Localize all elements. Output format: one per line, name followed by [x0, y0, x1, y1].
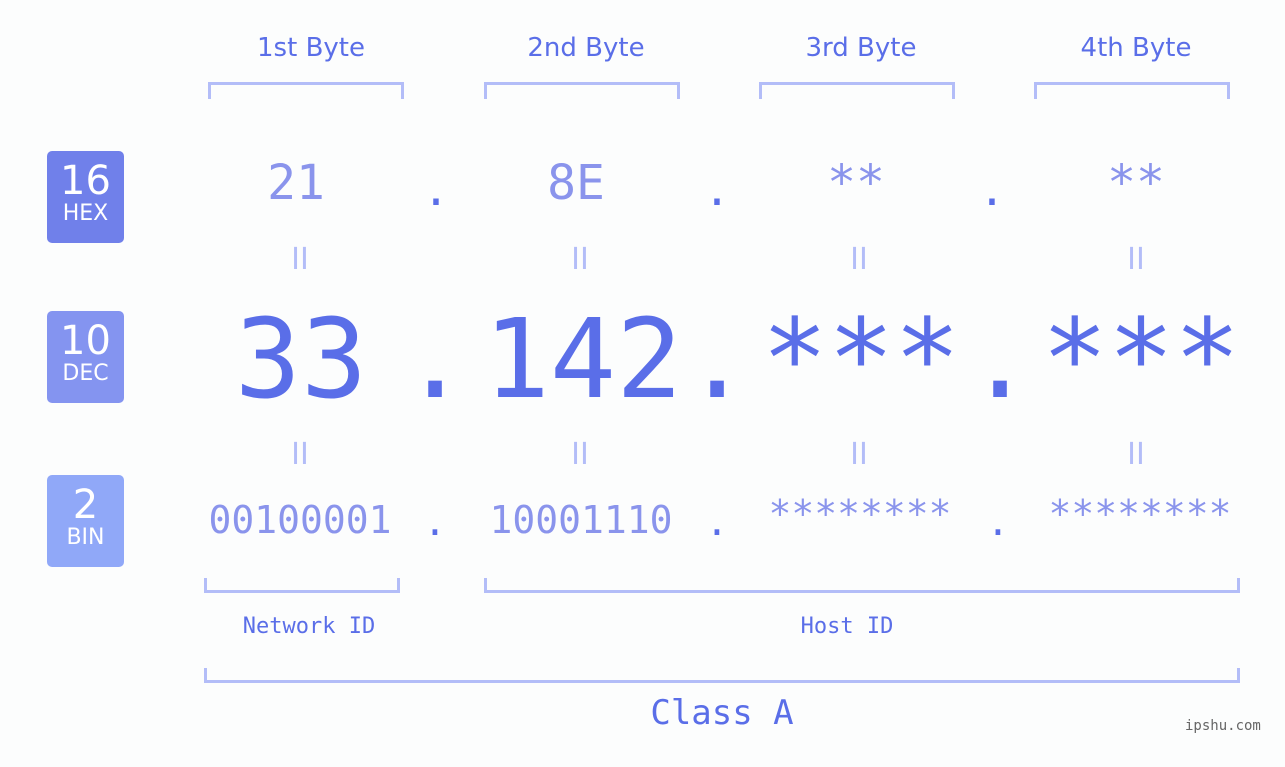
network-bracket: [204, 578, 400, 593]
hex-dot-2: .: [703, 165, 731, 216]
class-label: Class A: [650, 693, 794, 733]
watermark: ipshu.com: [1185, 718, 1261, 734]
bin-byte-1: 00100001: [208, 498, 392, 542]
bin-byte-4: ********: [1048, 492, 1232, 536]
equals-icon: II: [571, 242, 589, 277]
dec-byte-3: ***: [761, 295, 961, 423]
hex-dot-3: .: [978, 165, 1006, 216]
byte-bracket-2: [484, 82, 680, 99]
network-id-label: Network ID: [242, 614, 376, 639]
dec-badge: 10 DEC: [47, 311, 124, 403]
bin-badge-label: BIN: [66, 525, 105, 550]
equals-icon: II: [850, 437, 868, 472]
equals-icon: II: [850, 242, 868, 277]
byte-bracket-1: [208, 82, 404, 99]
bin-byte-3: ********: [768, 492, 952, 536]
bin-badge-number: 2: [72, 482, 99, 528]
byte-bracket-4: [1034, 82, 1230, 99]
equals-icon: II: [291, 242, 309, 277]
dec-dot-1: .: [402, 295, 469, 423]
class-bracket: [204, 668, 1240, 683]
hex-byte-4: **: [1107, 155, 1165, 211]
bin-badge: 2 BIN: [47, 475, 124, 567]
hex-byte-3: **: [827, 155, 885, 211]
dec-dot-3: .: [967, 295, 1034, 423]
dec-dot-2: .: [684, 295, 751, 423]
equals-icon: II: [1127, 437, 1145, 472]
dec-badge-label: DEC: [62, 361, 109, 386]
byte-bracket-3: [759, 82, 955, 99]
byte-header-2: 2nd Byte: [527, 33, 645, 63]
host-id-label: Host ID: [800, 614, 894, 639]
hex-byte-2: 8E: [547, 155, 605, 211]
hex-badge: 16 HEX: [47, 151, 124, 243]
hex-dot-1: .: [422, 165, 450, 216]
byte-header-3: 3rd Byte: [805, 33, 917, 63]
equals-icon: II: [571, 437, 589, 472]
host-bracket: [484, 578, 1240, 593]
equals-icon: II: [1127, 242, 1145, 277]
dec-byte-1: 33: [234, 295, 368, 423]
hex-badge-number: 16: [60, 158, 111, 204]
byte-header-1: 1st Byte: [257, 33, 365, 63]
byte-header-4: 4th Byte: [1080, 33, 1192, 63]
hex-byte-1: 21: [267, 155, 325, 211]
dec-byte-4: ***: [1041, 295, 1241, 423]
bin-dot-2: .: [705, 500, 729, 544]
hex-badge-label: HEX: [62, 201, 109, 226]
bin-byte-2: 10001110: [489, 498, 673, 542]
bin-dot-1: .: [423, 500, 447, 544]
dec-badge-number: 10: [60, 318, 111, 364]
bin-dot-3: .: [986, 500, 1010, 544]
equals-icon: II: [291, 437, 309, 472]
dec-byte-2: 142: [483, 295, 683, 423]
